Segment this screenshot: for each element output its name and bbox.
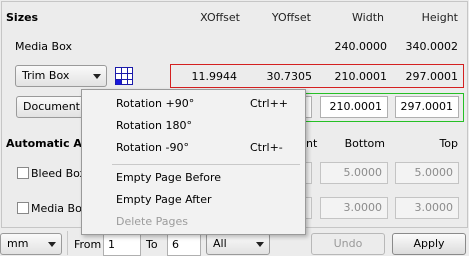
sizes-title: Sizes [6,11,39,24]
unit-select[interactable]: mm [0,233,62,255]
automatic-adjust-title: Automatic Ac [6,137,89,150]
menu-item-label: Rotation +90° [116,97,195,110]
menu-item-label: Rotation 180° [116,119,192,132]
chevron-down-icon [256,242,264,247]
unit-select-value: mm [7,237,29,250]
trim-box-select[interactable]: Trim Box [15,65,107,87]
document-width-field[interactable]: 210.0001 [320,96,388,118]
header-bottom: Bottom [344,137,385,150]
media-box-height: 340.0002 [405,40,459,53]
menu-item-rotation-plus-90[interactable]: Rotation +90° Ctrl++ [82,93,305,115]
media-box-adjust-label: Media Box [31,202,88,215]
grid-position-icon[interactable] [115,67,133,85]
menu-item-shortcut: Ctrl++ [250,97,289,110]
trim-box-select-value: Trim Box [22,69,70,82]
footer-divider [67,231,68,255]
trim-box-width[interactable]: 210.0001 [320,70,388,83]
chevron-down-icon [93,74,101,79]
from-label: From [74,238,102,251]
to-label: To [146,238,158,251]
header-width: Width [352,11,384,24]
trim-box-height[interactable]: 297.0001 [390,70,459,83]
media-box-width: 240.0000 [334,40,388,53]
range-select[interactable]: All [206,233,270,255]
media-box-checkbox[interactable] [17,202,29,214]
document-height-field[interactable]: 297.0001 [395,96,459,118]
menu-item-empty-page-after[interactable]: Empty Page After [82,189,305,211]
bleed-box-bottom-field[interactable]: 5.0000 [320,162,388,184]
menu-item-empty-page-before[interactable]: Empty Page Before [82,167,305,189]
apply-button[interactable]: Apply [392,233,466,255]
menu-item-label: Empty Page Before [116,171,222,184]
header-yoffset: YOffset [271,11,311,24]
media-box-label: Media Box [15,40,72,53]
from-input[interactable]: 1 [103,234,141,256]
trim-box-y[interactable]: 30.7305 [250,70,313,83]
bleed-box-top-field[interactable]: 5.0000 [395,162,459,184]
undo-button[interactable]: Undo [311,233,385,255]
menu-item-shortcut: Ctrl+- [250,141,283,154]
document-select-value: Document [23,100,80,113]
menu-item-label: Rotation -90° [116,141,189,154]
header-xoffset: XOffset [200,11,240,24]
context-menu: Rotation +90° Ctrl++ Rotation 180° Rotat… [81,89,306,235]
bleed-box-checkbox[interactable] [17,167,29,179]
chevron-down-icon [48,242,56,247]
menu-item-rotation-minus-90[interactable]: Rotation -90° Ctrl+- [82,137,305,159]
header-right-partial: nt [306,137,318,150]
header-height: Height [421,11,458,24]
range-select-value: All [213,237,227,250]
menu-item-label: Delete Pages [116,215,188,228]
media-box-bottom-field[interactable]: 3.0000 [320,197,388,219]
header-top: Top [439,137,458,150]
menu-item-rotation-180[interactable]: Rotation 180° [82,115,305,137]
bleed-box-label: Bleed Box [31,167,87,180]
menu-item-delete-pages: Delete Pages [82,211,305,233]
to-input[interactable]: 6 [167,234,201,256]
trim-box-x[interactable]: 11.9944 [180,70,238,83]
media-box-top-field[interactable]: 3.0000 [395,197,459,219]
menu-separator [112,164,300,165]
menu-item-label: Empty Page After [116,193,212,206]
